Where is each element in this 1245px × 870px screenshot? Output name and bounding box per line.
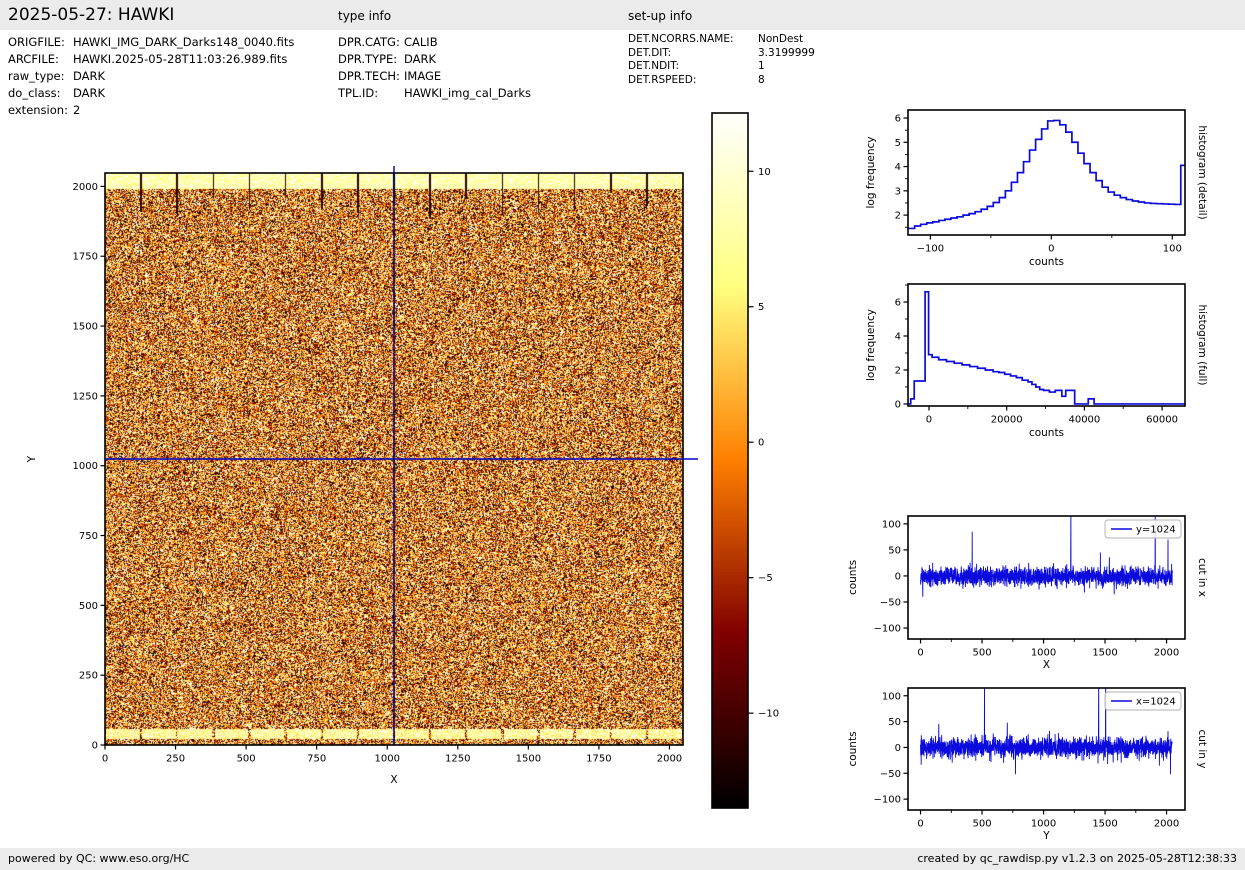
y-axis-label: counts [847,731,859,766]
x-tick-label: 1500 [1092,819,1117,830]
x-tick-label: 2000 [1154,648,1179,659]
x-tick-label: 20000 [991,415,1023,426]
qc-report-page: 2025-05-27: HAWKI type info set-up info … [0,0,1245,870]
y-axis-label: log frequency [865,309,877,381]
x-tick-label: 250 [166,754,185,765]
colorbar-tick-label: 5 [758,302,764,313]
colorbar-tick-label: 10 [758,167,771,178]
right-side-label: histogram (full) [1196,305,1208,386]
y-tick-label: 0 [895,743,901,754]
x-axis-label: X [1043,659,1050,671]
x-tick-label: 1500 [516,754,541,765]
y-tick-label: 6 [895,298,901,309]
histogram-full-series-line [908,292,1185,404]
x-tick-label: 40000 [1068,415,1100,426]
histogram-detail-series-line [909,120,1185,228]
colorbar-tick-label: −10 [758,709,779,720]
y-tick-label: 5 [895,138,901,149]
y-tick-label: 2 [895,365,901,376]
y-tick-label: 500 [79,601,98,612]
x-tick-label: 1000 [1031,648,1056,659]
cut-in-x-plot: 0 500 1000 1500 2000 −100 −50 0 50 100 Xcounts cut … [847,506,1208,671]
y-tick-label: 4 [895,162,901,173]
x-tick-label: 1750 [586,754,611,765]
x-tick-label: 0 [1048,244,1054,255]
cut-in-y-plot: 0 500 1000 1500 2000 −100 −50 0 50 100 Ycounts cut … [847,675,1208,842]
x-tick-label: −100 [917,244,944,255]
y-tick-label: 1000 [73,461,98,472]
x-axis-label: X [390,774,397,786]
histogram-detail-plot: −100 0 100 2 3 4 5 6 counts log frequency histogra… [865,110,1208,268]
axes-frame [908,284,1185,406]
y-tick-label: 3 [895,186,901,197]
y-tick-label: 1250 [73,391,98,402]
y-tick-label: 0 [895,399,901,410]
x-tick-label: 500 [973,648,992,659]
x-axis-label: Y [1042,830,1050,842]
y-tick-label: −50 [880,597,901,608]
y-tick-label: 100 [882,691,901,702]
right-side-label: cut in y [1196,729,1208,768]
x-tick-label: 0 [926,415,932,426]
histogram-full-plot: 0 20000 40000 60000 0 2 4 6 counts log frequency h… [865,284,1208,439]
x-tick-label: 500 [237,754,256,765]
x-tick-label: 0 [917,648,923,659]
y-tick-label: 1500 [73,322,98,333]
right-side-label: histogram (detail) [1196,125,1208,219]
colorbar-frame [712,113,748,808]
colorbar-tick-label: −5 [758,573,773,584]
cut-in-x-series-line [921,506,1173,597]
cut-in-x-legend: y=1024 [1105,520,1181,538]
heatmap-axes: 0 250 500 750 1000 1250 1500 1750 2000 0 250 500 750… [26,166,698,786]
legend-label: y=1024 [1136,525,1176,536]
x-tick-label: 750 [307,754,326,765]
right-side-label: cut in x [1196,558,1208,597]
footer-created-by: created by qc_rawdisp.py v1.2.3 on 2025-… [917,852,1237,865]
x-tick-label: 1500 [1092,648,1117,659]
y-tick-label: 1750 [73,252,98,263]
y-tick-label: 0 [92,741,98,752]
x-axis-label: counts [1029,256,1064,268]
colorbar-axis: 10 5 0 −5 −10 [712,113,779,808]
x-tick-label: 0 [102,754,108,765]
y-axis-label: Y [26,455,38,463]
x-tick-label: 1000 [1031,819,1056,830]
y-tick-label: 2 [895,211,901,222]
x-tick-label: 2000 [657,754,682,765]
y-tick-label: −100 [874,624,901,635]
x-tick-label: 1000 [375,754,400,765]
y-axis-label: counts [847,560,859,595]
legend-label: x=1024 [1136,697,1176,708]
x-tick-label: 1250 [445,754,470,765]
y-tick-label: 6 [895,114,901,125]
y-tick-label: −50 [880,769,901,780]
y-tick-label: 4 [895,331,901,342]
y-tick-label: 50 [888,717,901,728]
y-tick-label: 750 [79,531,98,542]
y-tick-label: 0 [895,571,901,582]
x-tick-label: 60000 [1146,415,1178,426]
cut-in-y-series-line [921,675,1173,774]
y-tick-label: −100 [874,795,901,806]
colorbar-tick-label: 0 [758,438,764,449]
x-tick-label: 0 [917,819,923,830]
x-tick-label: 500 [973,819,992,830]
y-tick-label: 100 [882,519,901,530]
y-tick-label: 250 [79,671,98,682]
footer-powered-by: powered by QC: www.eso.org/HC [8,852,189,865]
cut-in-y-legend: x=1024 [1105,692,1181,710]
x-tick-label: 2000 [1154,819,1179,830]
y-tick-label: 50 [888,545,901,556]
y-tick-label: 2000 [73,182,98,193]
y-axis-label: log frequency [865,136,877,208]
x-axis-label: counts [1029,427,1064,439]
x-tick-label: 100 [1163,244,1182,255]
plots-layer: 0250500750100012501500175020000250500750… [0,0,1245,870]
